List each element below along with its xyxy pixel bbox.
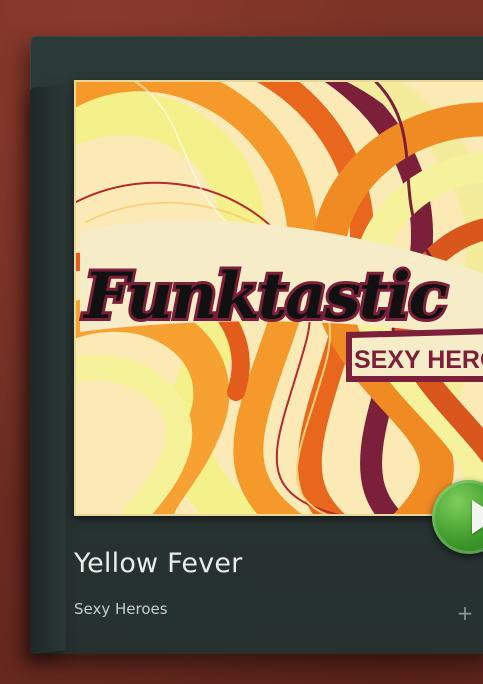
track-title: Yellow Fever <box>74 548 243 579</box>
card-side-panel <box>30 84 66 654</box>
play-icon <box>472 500 483 534</box>
add-to-playlist-button[interactable]: + <box>456 603 474 623</box>
svg-text:Funktastic: Funktastic <box>82 259 447 334</box>
album-artwork[interactable]: Funktastic SEXY HEROES <box>74 80 483 516</box>
album-artwork-image: Funktastic SEXY HEROES <box>76 82 483 514</box>
svg-text:SEXY HEROES: SEXY HEROES <box>354 346 483 374</box>
artist-name[interactable]: Sexy Heroes <box>74 600 168 618</box>
